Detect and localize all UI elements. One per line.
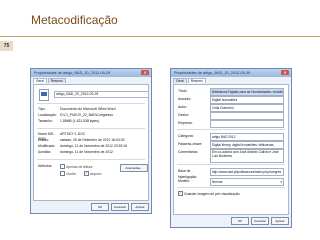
divider	[37, 159, 145, 160]
accessed-row: Acedido: domingo, 11 de Novembro de 2012	[38, 150, 145, 155]
size-row: Tamanho: 1,55MB (1.621.538 bytes)	[38, 119, 145, 124]
close-icon[interactable]: ✕	[141, 70, 149, 75]
cancel-button[interactable]: Cancelar	[251, 217, 269, 225]
properties-dialog-summary: Propriedades de artigo_BAD_20_2012-09-29…	[170, 68, 292, 228]
ok-button[interactable]: OK	[231, 217, 249, 225]
comments-field[interactable]: Em co-autoria com José António Calixto e…	[210, 149, 284, 163]
archive-checkbox[interactable]: Arquivo	[84, 171, 102, 176]
template-label: Modelo:	[178, 179, 191, 183]
location-label: Localização:	[38, 113, 57, 117]
readonly-checkbox[interactable]: Apenas de leitura	[60, 164, 92, 169]
archive-label: Arquivo	[90, 171, 102, 176]
msdos-value: ARTIGO~1.DOC	[60, 132, 86, 136]
type-row: Tipo: Documento do Microsoft Office Word	[38, 107, 145, 112]
dialog-titlebar: Propriedades de artigo_BAD_20_2012-09-29…	[31, 69, 151, 77]
manager-label: Gestor:	[178, 113, 190, 117]
type-label: Tipo:	[38, 107, 46, 111]
field-comments-row: Comentários: Em co-autoria com José Antó…	[178, 149, 284, 163]
slide-number: 75	[0, 41, 13, 51]
checkbox-box	[60, 171, 65, 176]
save-thumbnail-label: Guardar imagem de pré-visualização	[184, 191, 240, 196]
divider	[177, 187, 285, 188]
size-label: Tamanho:	[38, 119, 53, 123]
subject-label: Assunto:	[178, 97, 192, 101]
save-thumbnail-checkbox[interactable]: Guardar imagem de pré-visualização	[178, 191, 240, 196]
accessed-label: Acedido:	[38, 150, 52, 154]
slide-title: Metacodificação	[31, 13, 118, 27]
company-label: Empresa:	[178, 121, 193, 125]
apply-button[interactable]: Aplicar	[131, 203, 149, 211]
accessed-value: domingo, 11 de Novembro de 2012	[60, 150, 113, 154]
field-category-row: Categoria: artigo BAD 2012	[178, 133, 284, 141]
dialog-title: Propriedades de artigo_BAD_20_2012-09-29	[174, 71, 251, 75]
location-row: Localização: D:\CI_PhD\JV_22_BAD\Congres…	[38, 113, 145, 118]
advanced-button[interactable]: Avançadas...	[120, 164, 148, 172]
title-field[interactable]: Bibliotecas Digitais para as Humanidades…	[210, 88, 284, 96]
hidden-label: Oculto	[66, 171, 76, 176]
tab-geral[interactable]: Geral	[173, 78, 187, 83]
title-label: Título:	[178, 89, 188, 93]
tab-strip: Geral Resumo	[31, 77, 151, 83]
modified-row: Modificado: domingo, 11 de Novembro de 2…	[38, 144, 145, 149]
file-name-field[interactable]: artigo_BAD_20_2012-09-29	[54, 91, 149, 98]
close-icon[interactable]: ✕	[281, 70, 289, 75]
keywords-field[interactable]: Digital library; digital humanities; bib…	[210, 141, 284, 149]
dialog-buttons: OK Cancelar Aplicar	[231, 217, 289, 225]
general-panel: artigo_BAD_20_2012-09-29 Tipo: Documento…	[33, 84, 149, 201]
field-author-row: Autor: Célia Guerreiro	[178, 104, 284, 112]
tab-resumo[interactable]: Resumo	[47, 78, 66, 83]
attributes-label: Atributos:	[38, 164, 53, 168]
field-company-row: Empresa:	[178, 120, 284, 128]
company-field[interactable]	[210, 120, 284, 128]
ok-button[interactable]: OK	[91, 203, 109, 211]
properties-dialog-general: Propriedades de artigo_BAD_20_2012-09-29…	[30, 68, 152, 214]
author-field[interactable]: Célia Guerreiro	[210, 104, 284, 112]
divider	[177, 164, 285, 165]
divider	[37, 128, 145, 129]
checkbox-box	[60, 164, 65, 169]
created-row: Criado: sábado, 29 de Setembro de 2012 1…	[38, 138, 145, 143]
template-field[interactable]: Normal	[210, 178, 284, 186]
cancel-button[interactable]: Cancelar	[111, 203, 129, 211]
location-value: D:\CI_PhD\JV_22_BAD\Congresso	[60, 113, 113, 117]
title-rule	[0, 36, 320, 37]
dialog-titlebar: Propriedades de artigo_BAD_20_2012-09-29…	[171, 69, 291, 77]
modified-value: domingo, 11 de Novembro de 2012 20:39:16	[60, 144, 128, 148]
field-manager-row: Gestor:	[178, 112, 284, 120]
tab-resumo[interactable]: Resumo	[187, 78, 206, 83]
field-template-row: Modelo: Normal	[178, 178, 284, 186]
field-subject-row: Assunto: Digital humanities	[178, 96, 284, 104]
field-title-row: Título: Bibliotecas Digitais para as Hum…	[178, 88, 284, 96]
word-document-icon	[39, 89, 49, 101]
divider	[177, 129, 285, 130]
category-field[interactable]: artigo BAD 2012	[210, 133, 284, 141]
dialog-buttons: OK Cancelar Aplicar	[91, 203, 149, 211]
subject-field[interactable]: Digital humanities	[210, 96, 284, 104]
readonly-label: Apenas de leitura	[66, 164, 93, 169]
modified-label: Modificado:	[38, 144, 56, 148]
checkbox-box	[84, 171, 89, 176]
size-value: 1,55MB (1.621.538 bytes)	[60, 119, 100, 123]
created-label: Criado:	[38, 138, 49, 142]
comments-label: Comentários:	[178, 150, 199, 154]
dialog-title: Propriedades de artigo_BAD_20_2012-09-29	[34, 71, 111, 75]
summary-panel: Título: Bibliotecas Digitais para as Hum…	[173, 84, 289, 215]
tab-strip: Geral Resumo	[171, 77, 291, 83]
msdos-row: Nome MS-DOS: ARTIGO~1.DOC	[38, 132, 145, 141]
author-label: Autor:	[178, 105, 188, 109]
checkbox-box	[178, 191, 183, 196]
type-value: Documento do Microsoft Office Word	[60, 107, 116, 111]
keywords-label: Palavras-chave:	[178, 142, 203, 146]
apply-button[interactable]: Aplicar	[271, 217, 289, 225]
tab-geral[interactable]: Geral	[33, 78, 47, 83]
hidden-checkbox[interactable]: Oculto	[60, 171, 76, 176]
field-keywords-row: Palavras-chave: Digital library; digital…	[178, 141, 284, 149]
created-value: sábado, 29 de Setembro de 2012 16:03:30	[60, 138, 125, 142]
msdos-label: Nome MS-DOS:	[38, 132, 55, 141]
category-label: Categoria:	[178, 134, 194, 138]
divider	[37, 103, 145, 104]
manager-field[interactable]	[210, 112, 284, 120]
hyperlink-field[interactable]: http://www.bad.pt/publicacoes/index.php/…	[210, 168, 284, 176]
